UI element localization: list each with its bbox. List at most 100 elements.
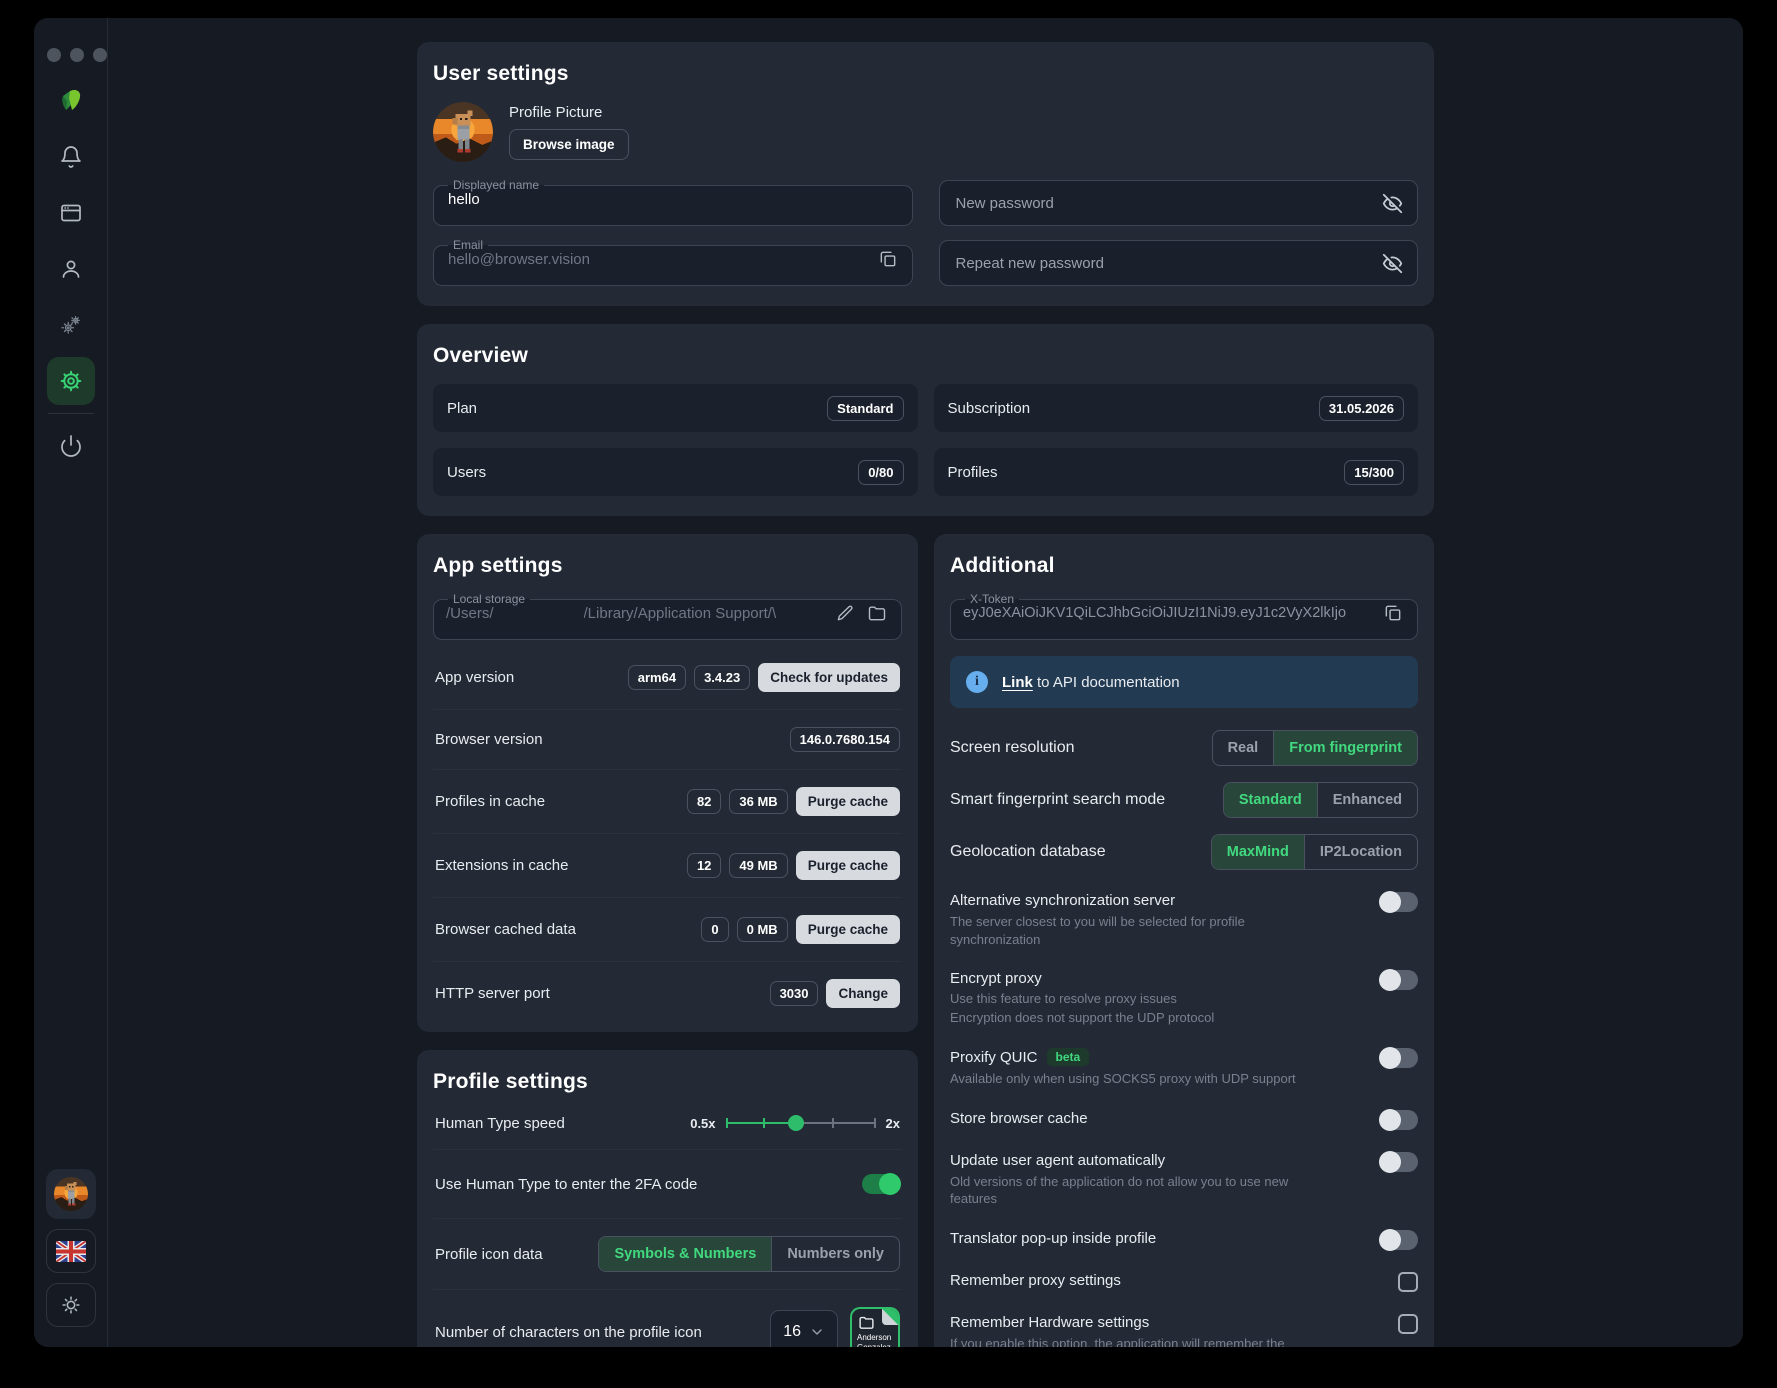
app-logo-icon: [53, 84, 89, 125]
open-folder-button[interactable]: [865, 601, 889, 625]
encrypt-proxy-sub1: Use this feature to resolve proxy issues: [950, 991, 1177, 1007]
remember-hw-checkbox[interactable]: [1398, 1313, 1418, 1334]
browse-image-button[interactable]: Browse image: [509, 129, 629, 160]
power-icon: [60, 435, 81, 457]
numbers-only-option[interactable]: Numbers only: [771, 1237, 899, 1271]
slider-max-label: 2x: [885, 1115, 900, 1131]
app-version-row: App version arm64 3.4.23 Check for updat…: [433, 646, 902, 709]
displayed-name-field: Displayed name: [433, 178, 913, 226]
remember-proxy-row: Remember proxy settings: [950, 1271, 1418, 1292]
extensions-cache-size: 49 MB: [729, 853, 788, 878]
api-doc-link[interactable]: Link: [1002, 674, 1033, 691]
slider-thumb[interactable]: [788, 1115, 805, 1131]
repeat-password-input[interactable]: [951, 254, 1380, 272]
http-port-row: HTTP server port 3030 Change: [433, 961, 902, 1012]
symbols-numbers-option[interactable]: Symbols & Numbers: [599, 1237, 772, 1271]
logout-button[interactable]: [47, 422, 95, 470]
automation-button[interactable]: [47, 301, 95, 349]
twofa-label: Use Human Type to enter the 2FA code: [435, 1175, 698, 1193]
geo-db-segmented: MaxMind IP2Location: [1210, 834, 1418, 870]
encrypt-proxy-toggle[interactable]: [1379, 969, 1418, 992]
char-count-dropdown[interactable]: 16: [770, 1310, 838, 1347]
info-icon: i: [966, 671, 988, 693]
profile-icon-preview: Anderson Gonzalez: [850, 1307, 900, 1347]
translator-toggle[interactable]: [1379, 1228, 1418, 1251]
local-storage-label: Local storage: [453, 592, 526, 606]
remember-hw-sub: If you enable this option, the applicati…: [950, 1335, 1285, 1347]
overview-title: Overview: [433, 344, 528, 367]
show-repeat-password-button[interactable]: [1380, 251, 1405, 276]
update-ua-toggle[interactable]: [1379, 1150, 1418, 1173]
copy-icon: [1385, 605, 1401, 621]
copy-token-button[interactable]: [1381, 601, 1405, 625]
language-button[interactable]: [45, 1229, 96, 1273]
purge-browser-cache-button[interactable]: Purge cache: [795, 915, 900, 944]
encrypt-proxy-row: Encrypt proxy Use this feature to resolv…: [950, 969, 1418, 1026]
twofa-toggle[interactable]: [862, 1173, 901, 1195]
maximize-button[interactable]: [93, 48, 107, 62]
chevron-down-icon: [812, 1329, 822, 1335]
profiles-button[interactable]: [47, 245, 95, 293]
arch-badge: arm64: [627, 665, 687, 690]
displayed-name-label: Displayed name: [453, 178, 540, 192]
local-storage-field: Local storage /Users/ /Library/Applicati…: [433, 592, 902, 640]
update-ua-row: Update user agent automatically Old vers…: [950, 1150, 1418, 1208]
show-password-button[interactable]: [1380, 191, 1405, 216]
browser-cached-size: 0 MB: [736, 917, 788, 942]
char-count-label: Number of characters on the profile icon: [435, 1323, 702, 1341]
char-count-row: Number of characters on the profile icon…: [433, 1289, 902, 1347]
standard-option[interactable]: Standard: [1223, 783, 1317, 817]
store-cache-toggle[interactable]: [1379, 1108, 1418, 1131]
proxify-quic-toggle[interactable]: [1379, 1047, 1418, 1070]
check-updates-button[interactable]: Check for updates: [758, 663, 900, 692]
close-button[interactable]: [47, 48, 61, 62]
api-doc-banner: i Link to API documentation: [950, 656, 1418, 708]
real-option[interactable]: Real: [1213, 731, 1274, 765]
pencil-icon: [837, 605, 853, 620]
from-fingerprint-option[interactable]: From fingerprint: [1273, 731, 1417, 765]
settings-button[interactable]: [46, 357, 95, 405]
traffic-lights: [47, 48, 107, 62]
profile-picture: [433, 102, 493, 162]
store-cache-label: Store browser cache: [950, 1109, 1088, 1127]
theme-toggle-button[interactable]: [45, 1283, 96, 1327]
profiles-cache-count: 82: [686, 789, 722, 814]
enhanced-option[interactable]: Enhanced: [1316, 783, 1417, 817]
alt-sync-sub: The server closest to you will be select…: [950, 914, 1245, 947]
x-token-value: eyJ0eXAiOiJKV1QiLCJhbGciOiJIUzI1NiJ9.eyJ…: [963, 605, 1347, 621]
update-ua-label: Update user agent automatically: [950, 1151, 1166, 1169]
additional-card: Additional X-Token eyJ0eXAiOiJKV1QiLCJhb…: [934, 534, 1434, 1347]
extensions-cache-count: 12: [686, 853, 722, 878]
extensions-cache-label: Extensions in cache: [435, 857, 569, 874]
users-row: Users 0/80: [433, 448, 918, 496]
new-password-input[interactable]: [951, 194, 1380, 212]
preview-name-line2: Gonzalez: [857, 1343, 891, 1347]
purge-extensions-cache-button[interactable]: Purge cache: [795, 851, 900, 880]
user-settings-title: User settings: [433, 62, 569, 85]
settings-page: User settings Profile Picture Browse ima…: [108, 18, 1743, 1347]
remember-proxy-checkbox[interactable]: [1398, 1271, 1418, 1292]
browser-cached-data-label: Browser cached data: [435, 921, 576, 938]
email-input[interactable]: [446, 250, 876, 268]
alt-sync-toggle[interactable]: [1379, 891, 1418, 913]
edit-path-button[interactable]: [834, 602, 857, 625]
browser-windows-button[interactable]: [47, 189, 95, 237]
ip2location-option[interactable]: IP2Location: [1303, 835, 1417, 869]
proxify-quic-row: Proxify QUIC beta Available only when us…: [950, 1047, 1418, 1088]
change-port-button[interactable]: Change: [826, 979, 900, 1008]
purge-profiles-cache-button[interactable]: Purge cache: [795, 787, 900, 816]
maxmind-option[interactable]: MaxMind: [1211, 835, 1304, 869]
account-avatar-button[interactable]: [45, 1169, 96, 1219]
subscription-value: 31.05.2026: [1318, 395, 1404, 421]
slider-track[interactable]: [725, 1114, 876, 1132]
plan-row: Plan Standard: [433, 384, 918, 432]
remember-proxy-label: Remember proxy settings: [950, 1271, 1121, 1289]
human-type-speed-row: Human Type speed 0.5x 2x: [433, 1110, 902, 1149]
profile-picture-label: Profile Picture: [509, 104, 603, 121]
minimize-button[interactable]: [70, 48, 84, 62]
notifications-button[interactable]: [47, 133, 95, 181]
app-settings-card: App settings Local storage /Users/ /Libr…: [417, 534, 918, 1032]
local-storage-prefix: /Users/: [446, 604, 494, 622]
displayed-name-input[interactable]: [446, 190, 900, 208]
copy-email-button[interactable]: [876, 247, 900, 271]
